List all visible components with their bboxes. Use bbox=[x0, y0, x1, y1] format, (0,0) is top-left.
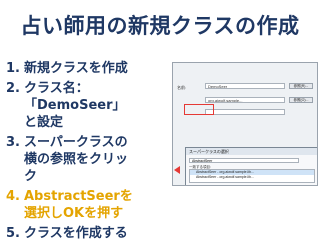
name-field[interactable]: DemoSeer bbox=[205, 83, 285, 89]
step-5: 5. クラスを作成する bbox=[6, 225, 136, 242]
step-1: 1. 新規クラスを作成 bbox=[6, 60, 136, 77]
step-text: 新規クラスを作成 bbox=[24, 61, 128, 76]
sub-dialog-title: スーパークラスの選択 bbox=[186, 148, 317, 155]
slide-title: 占い師用の新規クラスの作成 bbox=[20, 14, 300, 38]
step-number: 4. bbox=[6, 189, 20, 204]
matching-items-list: AbstractSeer - org.aiwolf.sample.lib... … bbox=[189, 169, 315, 183]
step-text: クラス名：「DemoSeer」と設定 bbox=[24, 80, 136, 131]
superclass-field[interactable]: org.aiwolf.sample... bbox=[205, 97, 285, 103]
interfaces-field[interactable] bbox=[205, 109, 285, 115]
step-2: 2. クラス名：「DemoSeer」と設定 bbox=[6, 80, 136, 131]
step-number: 2. bbox=[6, 81, 20, 96]
step-text: クラスを作成する bbox=[24, 226, 128, 241]
step-number: 1. bbox=[6, 61, 20, 76]
new-class-dialog-screenshot: 名前: DemoSeer org.aiwolf.sample... 参照(R).… bbox=[172, 62, 318, 186]
step-number: 3. bbox=[6, 135, 20, 150]
step-text: スーパークラスの横の参照をクリック bbox=[24, 135, 129, 184]
browse-button[interactable]: 参照(R)... bbox=[289, 83, 313, 89]
pointer-arrow-icon bbox=[174, 166, 180, 174]
step-4: 4. AbstractSeerを選択しOKを押す bbox=[6, 188, 136, 222]
step-text: AbstractSeerを選択しOKを押す bbox=[24, 189, 133, 221]
browse-superclass-button[interactable]: 参照(O)... bbox=[289, 97, 313, 103]
highlight-callout-box bbox=[184, 104, 214, 115]
step-3: 3. スーパークラスの横の参照をクリック bbox=[6, 134, 136, 185]
step-text-bold: Demo bbox=[37, 98, 80, 113]
steps-list: 1. 新規クラスを作成 2. クラス名：「DemoSeer」と設定 3. スーパ… bbox=[6, 60, 136, 245]
superclass-search-input[interactable]: AbstractSeer bbox=[189, 158, 299, 163]
name-label: 名前: bbox=[177, 85, 187, 90]
superclass-select-dialog: スーパークラスの選択 AbstractSeer 一致する項目: Abstract… bbox=[185, 147, 317, 185]
step-number: 5. bbox=[6, 226, 20, 241]
list-item[interactable]: AbstractSeer - org.aiwolf.sample.lib... bbox=[190, 175, 314, 180]
